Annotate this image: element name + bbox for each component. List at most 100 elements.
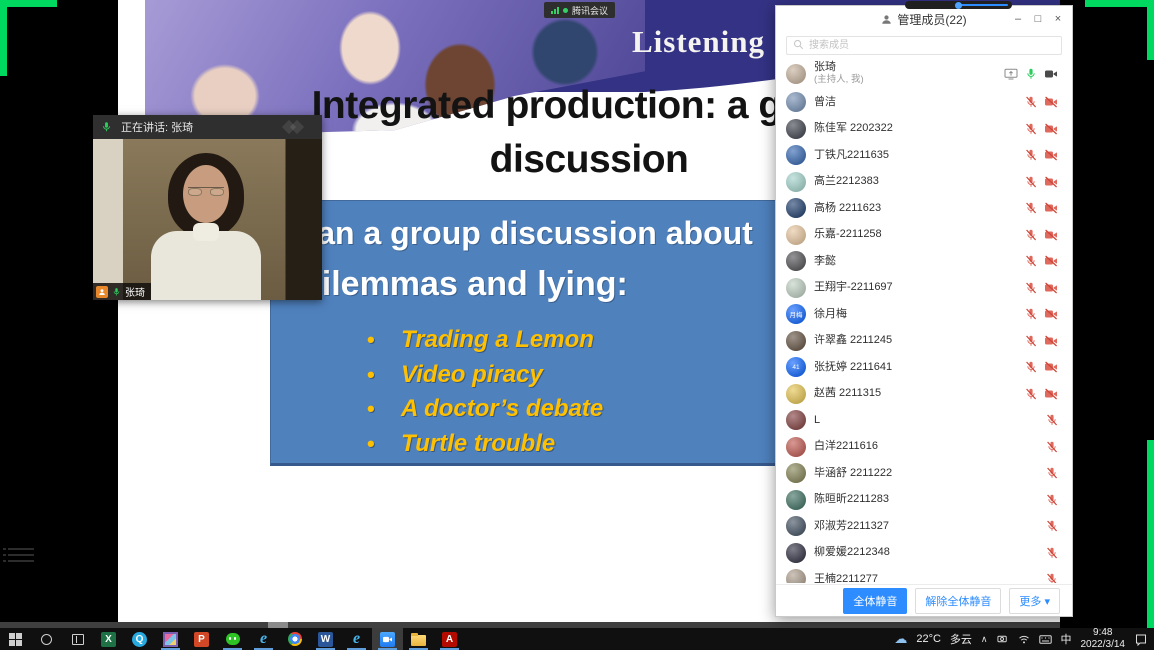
mic-muted-icon[interactable] [1025,202,1037,214]
taskbar-qq[interactable]: Q [124,628,155,650]
mute-all-button[interactable]: 全体静音 [843,588,907,614]
taskbar-ie2[interactable]: e [341,628,372,650]
tray-touch-keyboard-icon[interactable] [1039,635,1052,644]
camera-off-icon[interactable] [1044,96,1058,108]
hidden-icons-chevron[interactable]: ∧ [981,634,988,645]
mic-muted-icon[interactable] [1046,414,1058,426]
mic-muted-icon[interactable] [1025,282,1037,294]
member-row[interactable]: 高兰2212383 [776,169,1072,196]
taskbar-ie[interactable]: e [248,628,279,650]
member-row[interactable]: 丁铁凡2211635 [776,142,1072,169]
slide-bullet: A doctor’s debate [367,392,823,427]
member-row[interactable]: 柳爱媛2212348 [776,540,1072,567]
member-row[interactable]: 乐嘉-2211258 [776,222,1072,249]
tray-device-icon[interactable] [997,634,1009,644]
close-button[interactable]: × [1048,6,1068,32]
search-input[interactable] [786,36,1062,55]
member-row[interactable]: 毕涵舒 2211222 [776,460,1072,487]
member-row[interactable]: L [776,407,1072,434]
mic-muted-icon[interactable] [1025,388,1037,400]
slider-track-fill [955,4,1008,6]
camera-off-icon[interactable] [1044,123,1058,135]
member-row[interactable]: 赵茜 2211315 [776,381,1072,408]
minimize-button[interactable]: – [1008,6,1028,32]
ime-indicator[interactable]: 中 [1061,631,1072,647]
member-row[interactable]: 邓淑芳2211327 [776,513,1072,540]
weather-text[interactable]: 多云 [950,631,972,647]
cortana-search-button[interactable] [31,628,62,650]
taskbar-tencent-meeting[interactable] [372,628,403,650]
mic-muted-icon[interactable] [1025,361,1037,373]
volume-slider[interactable] [905,1,1012,9]
camera-off-icon[interactable] [1044,255,1058,267]
mic-muted-icon[interactable] [1025,229,1037,241]
member-row[interactable]: 41 张抚婷 2211641 [776,354,1072,381]
avatar [786,145,806,165]
member-row[interactable]: 陈佳军 2202322 [776,116,1072,143]
mic-muted-icon[interactable] [1046,441,1058,453]
action-center-icon[interactable] [1134,633,1148,646]
tray-network-icon[interactable] [1018,634,1030,644]
camera-off-icon[interactable] [1044,229,1058,241]
member-row[interactable]: 陈晅昕2211283 [776,487,1072,514]
meeting-logo-watermark [282,120,312,134]
member-row[interactable]: 白洋2211616 [776,434,1072,461]
member-row[interactable]: 许翠鑫 2211245 [776,328,1072,355]
mic-muted-icon[interactable] [1025,308,1037,320]
mic-muted-icon[interactable] [1046,573,1058,583]
camera-off-icon[interactable] [1044,335,1058,347]
clock-date: 2022/3/14 [1081,639,1126,650]
more-button[interactable]: 更多 ▾ [1009,588,1060,614]
mic-muted-icon[interactable] [1025,96,1037,108]
unmute-all-button[interactable]: 解除全体静音 [915,588,1001,614]
member-row[interactable]: 月梅 徐月梅 [776,301,1072,328]
avatar [786,278,806,298]
slider-knob[interactable] [955,2,962,9]
mic-muted-icon[interactable] [1046,494,1058,506]
taskbar-chrome[interactable] [279,628,310,650]
camera-off-icon[interactable] [1044,149,1058,161]
mic-muted-icon[interactable] [1025,149,1037,161]
task-view-icon [72,634,84,645]
speaker-video-window[interactable]: 正在讲话: 张琦 张琦 [93,115,322,300]
taskbar-word[interactable]: W [310,628,341,650]
signal-strength-icon [551,7,559,14]
taskbar-photos[interactable] [155,628,186,650]
start-button[interactable] [0,628,31,650]
member-row[interactable]: 王楠2211277 [776,566,1072,583]
maximize-button[interactable]: □ [1028,6,1048,32]
camera-off-icon[interactable] [1044,202,1058,214]
mic-muted-icon[interactable] [1025,176,1037,188]
taskbar-powerpoint[interactable]: P [186,628,217,650]
taskbar-wechat[interactable] [217,628,248,650]
member-row[interactable]: 李懿 [776,248,1072,275]
camera-off-icon[interactable] [1044,361,1058,373]
camera-off-icon[interactable] [1044,308,1058,320]
mic-on-icon[interactable] [1025,68,1037,80]
weather-temp[interactable]: 22°C [916,633,941,645]
member-row[interactable]: 高杨 2211623 [776,195,1072,222]
camera-off-icon[interactable] [1044,388,1058,400]
avatar [786,172,806,192]
member-row[interactable]: 王翔宇-2211697 [776,275,1072,302]
taskbar-file-explorer[interactable] [403,628,434,650]
box-heading-line2: dilemmas and lying: [301,265,628,304]
mic-muted-icon[interactable] [1046,520,1058,532]
camera-off-icon[interactable] [1044,176,1058,188]
taskbar-excel[interactable]: X [93,628,124,650]
mic-muted-icon[interactable] [1025,335,1037,347]
mic-muted-icon[interactable] [1046,467,1058,479]
ie-icon: e [260,630,267,648]
taskbar-acrobat[interactable]: A [434,628,465,650]
mic-muted-icon[interactable] [1025,255,1037,267]
member-row[interactable]: 张琦 (主持人, 我) [776,58,1072,89]
task-view-button[interactable] [62,628,93,650]
camera-off-icon[interactable] [1044,282,1058,294]
weather-icon[interactable]: ☁ [894,631,907,647]
taskbar-clock[interactable]: 9:48 2022/3/14 [1081,627,1126,650]
meeting-status-pill[interactable]: 腾讯会议 [544,2,615,18]
member-row[interactable]: 曾洁 [776,89,1072,116]
mic-muted-icon[interactable] [1046,547,1058,559]
camera-on-icon[interactable] [1044,68,1058,80]
mic-muted-icon[interactable] [1025,123,1037,135]
